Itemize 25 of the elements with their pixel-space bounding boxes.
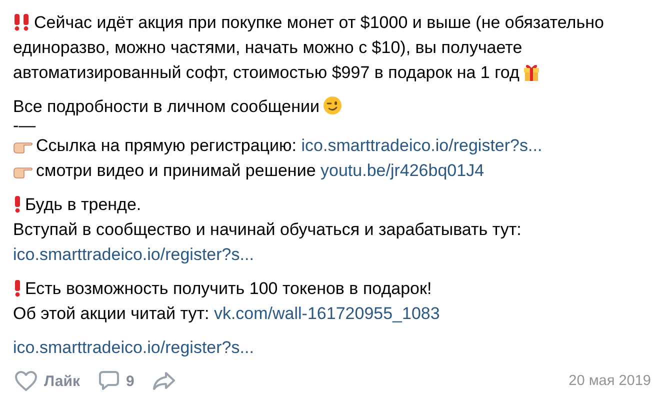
post-text: Вступай в сообщество и начинай обучаться и зарабатывать тут: xyxy=(13,219,522,241)
exclamation-icon xyxy=(13,280,22,297)
post-text: -— xyxy=(13,119,37,133)
post-text: Есть возможность получить 100 токенов в подарок! xyxy=(13,276,653,301)
post-text: Все подробности в личном сообщении xyxy=(13,94,653,119)
pointing-hand-icon xyxy=(13,165,33,179)
post-text: Об этой акции читай тут: vk.com/wall-161720955_1083 xyxy=(13,303,441,325)
pointing-hand-icon xyxy=(13,140,33,154)
gift-icon xyxy=(523,63,540,81)
winking-smiley-icon xyxy=(323,96,342,115)
post-text: Сейчас идёт акция при покупке монет от $1000 и выше (не обязательно единоразво, можно частями, начать можно с $10), вы получаете автоматизированный софт, стоимостью $997 в подарок на 1 год xyxy=(13,12,605,84)
link[interactable]: vk.com/wall-161720955_1083 xyxy=(214,304,440,323)
exclamation-icon xyxy=(13,196,22,213)
link[interactable]: youtu.be/jr426bq01J4 xyxy=(320,161,484,180)
heart-icon xyxy=(14,370,38,392)
share-icon[interactable] xyxy=(152,371,176,391)
post-text: смотри видео и принимай решение youtu.be/jr426bq01J4 xyxy=(13,158,653,183)
post-text: Ссылка на прямую регистрацию: ico.smarttradeico.io/register?s... xyxy=(13,133,653,158)
speech-bubble-icon xyxy=(98,370,120,392)
double-exclamation-icon xyxy=(13,14,31,31)
post-text: Будь в тренде. xyxy=(13,192,653,217)
link[interactable]: ico.smarttradeico.io/register?s... xyxy=(301,136,542,155)
link[interactable]: ico.smarttradeico.io/register?s... xyxy=(13,338,254,357)
post-date: 20 мая 2019 xyxy=(568,373,651,389)
link[interactable]: ico.smarttradeico.io/register?s... xyxy=(13,245,254,264)
